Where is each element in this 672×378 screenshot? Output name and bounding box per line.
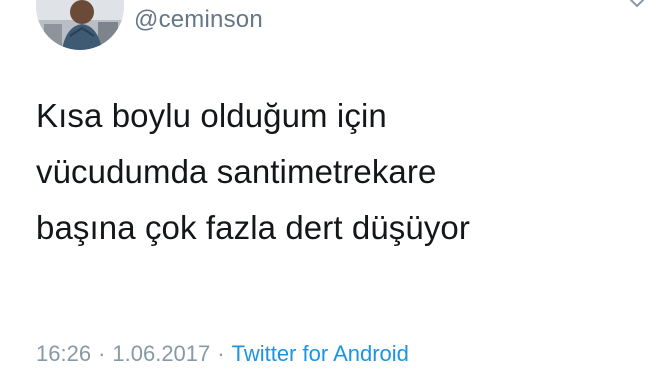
tweet-card: @ceminson Kısa boylu olduğum için vücudu…	[0, 0, 672, 378]
tweet-text: Kısa boylu olduğum için vücudumda santim…	[36, 88, 646, 256]
avatar[interactable]	[36, 0, 124, 50]
user-handle[interactable]: @ceminson	[134, 6, 263, 34]
tweet-text-line: başına çok fazla dert düşüyor	[36, 209, 470, 246]
chevron-down-icon[interactable]	[628, 0, 646, 12]
tweet-date[interactable]: 1.06.2017	[112, 341, 210, 366]
meta-separator: ·	[217, 341, 225, 366]
tweet-meta: 16:26 · 1.06.2017 · Twitter for Android	[36, 341, 409, 367]
tweet-time[interactable]: 16:26	[36, 341, 91, 366]
tweet-source-link[interactable]: Twitter for Android	[232, 341, 409, 366]
meta-separator: ·	[98, 341, 106, 366]
tweet-text-line: vücudumda santimetrekare	[36, 153, 437, 190]
avatar-photo-icon	[36, 0, 124, 50]
tweet-text-line: Kısa boylu olduğum için	[36, 97, 387, 134]
